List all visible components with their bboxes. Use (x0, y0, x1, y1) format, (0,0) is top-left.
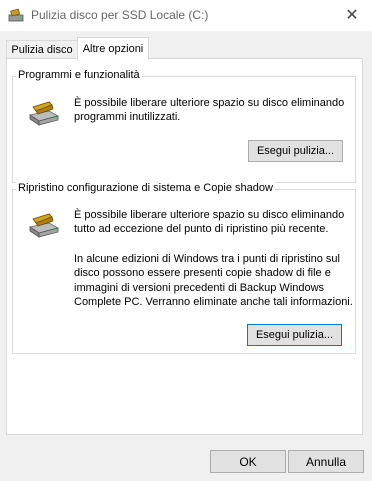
restore-note: In alcune edizioni di Windows tra i punt… (74, 253, 353, 308)
cancel-button[interactable]: Annulla (288, 450, 364, 473)
disk-cleanup-icon (28, 213, 60, 238)
window-title: Pulizia disco per SSD Locale (C:) (31, 8, 209, 22)
programs-cleanup-button[interactable]: Esegui pulizia... (248, 140, 343, 162)
tab-pulizia-disco[interactable]: Pulizia disco (6, 40, 78, 59)
programs-group-title: Programmi e funzionalità (16, 69, 142, 81)
programs-group (12, 76, 356, 183)
tab-panel: Programmi e funzionalità È possibile lib… (6, 58, 363, 435)
close-icon: ✕ (345, 7, 359, 24)
disk-cleanup-icon (28, 101, 60, 126)
restore-description: È possibile liberare ulteriore spazio su… (74, 209, 345, 236)
ok-button[interactable]: OK (210, 450, 286, 473)
close-button[interactable]: ✕ (332, 0, 372, 30)
restore-group-title: Ripristino configurazione di sistema e C… (16, 182, 275, 194)
programs-description: È possibile liberare ulteriore spazio su… (74, 97, 345, 124)
disk-cleanup-icon (8, 8, 24, 22)
restore-cleanup-button[interactable]: Esegui pulizia... (247, 324, 342, 346)
title-bar: Pulizia disco per SSD Locale (C:) ✕ (0, 0, 372, 31)
tab-altre-opzioni[interactable]: Altre opzioni (77, 37, 149, 60)
